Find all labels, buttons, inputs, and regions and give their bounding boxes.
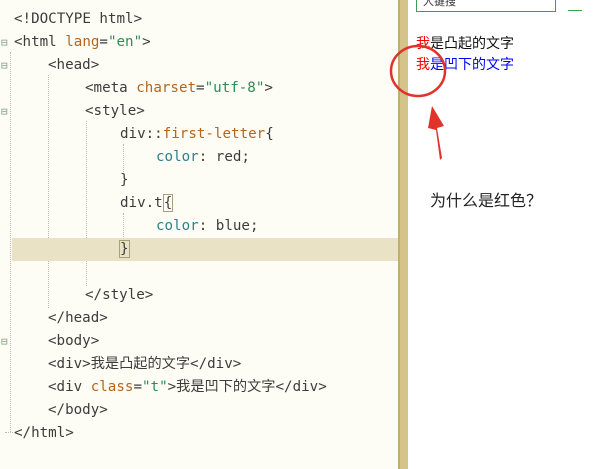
annotation-circle <box>389 44 447 98</box>
annotation-overlay <box>389 44 447 160</box>
annotation-arrow <box>428 106 444 160</box>
annotation-question: 为什么是红色？ <box>430 191 543 210</box>
